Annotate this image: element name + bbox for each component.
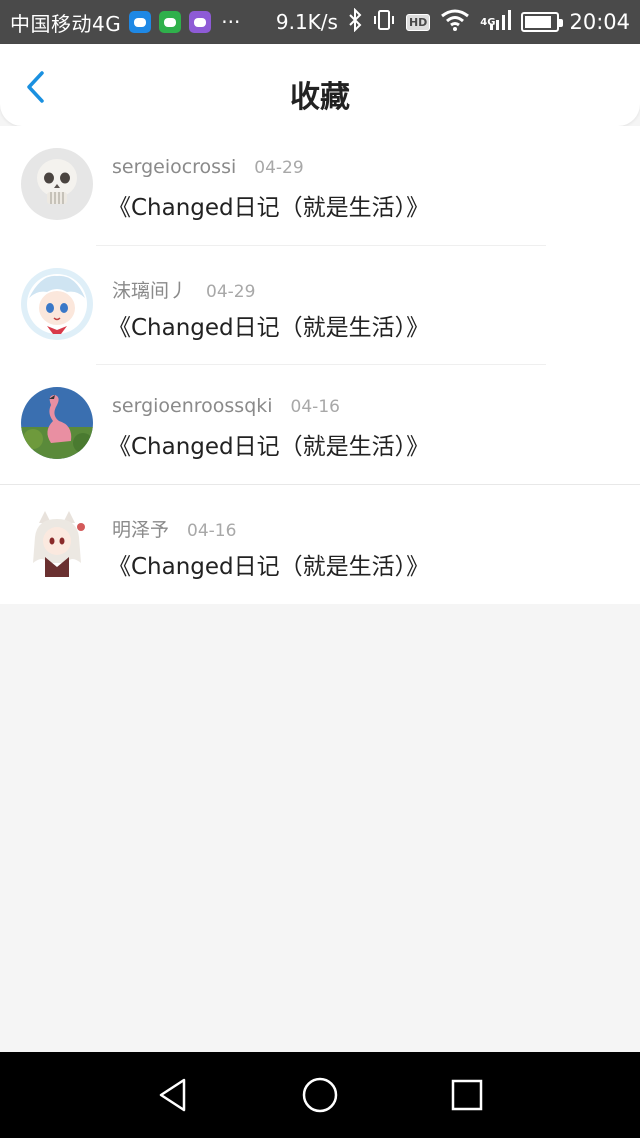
item-title[interactable]: 《Changed日记（就是生活）》 xyxy=(108,308,429,342)
back-triangle-icon xyxy=(160,1078,186,1112)
nav-recent-button[interactable] xyxy=(442,1070,492,1120)
hd-voice-icon: HD xyxy=(405,13,431,31)
date: 04-16 xyxy=(187,520,237,541)
list-item[interactable]: 沫璃间丿 04-29 《Changed日记（就是生活）》 xyxy=(0,246,640,365)
item-title[interactable]: 《Changed日记（就是生活）》 xyxy=(108,547,429,581)
wifi-icon xyxy=(440,8,470,37)
username[interactable]: sergeiocrossi xyxy=(112,156,236,178)
date: 04-29 xyxy=(254,158,304,178)
network-type-label: 4G xyxy=(480,16,496,28)
anime-catgirl-avatar[interactable] xyxy=(21,506,93,579)
status-bar: 中国移动4G ··· 9.1K/s HD 4G 20:04 xyxy=(0,0,640,44)
anime-girl-avatar[interactable] xyxy=(21,267,93,340)
username[interactable]: 明泽予 xyxy=(112,515,169,542)
page-header: 收藏 xyxy=(0,44,640,126)
more-notifications-icon: ··· xyxy=(221,10,241,34)
item-title[interactable]: 《Changed日记（就是生活）》 xyxy=(108,188,429,222)
page-title: 收藏 xyxy=(290,80,350,115)
wechat-icon xyxy=(159,11,182,33)
list-item[interactable]: sergioenroossqki 04-16 《Changed日记（就是生活）》 xyxy=(0,365,640,485)
flamingo-avatar[interactable] xyxy=(21,387,93,459)
clock: 20:04 xyxy=(569,10,630,34)
message-app-icon xyxy=(129,11,152,33)
recent-square-icon xyxy=(451,1079,482,1111)
network-speed: 9.1K/s xyxy=(275,10,338,34)
skull-avatar[interactable] xyxy=(21,148,93,220)
gallery-app-icon xyxy=(189,11,212,33)
date: 04-16 xyxy=(290,397,340,417)
home-circle-icon xyxy=(302,1077,338,1113)
carrier-label: 中国移动4G xyxy=(10,11,122,36)
bluetooth-icon xyxy=(348,7,362,37)
system-navigation-bar xyxy=(0,1052,640,1138)
date: 04-29 xyxy=(206,281,256,302)
favorites-list: sergeiocrossi 04-29 《Changed日记（就是生活）》 沫璃… xyxy=(0,126,640,604)
list-item[interactable]: 明泽予 04-16 《Changed日记（就是生活）》 xyxy=(0,485,640,605)
username[interactable]: sergioenroossqki xyxy=(112,395,273,417)
username[interactable]: 沫璃间丿 xyxy=(112,276,188,303)
nav-back-button[interactable] xyxy=(148,1070,198,1120)
list-item[interactable]: sergeiocrossi 04-29 《Changed日记（就是生活）》 xyxy=(0,126,640,246)
battery-icon xyxy=(521,12,564,32)
nav-home-button[interactable] xyxy=(295,1070,345,1120)
vibrate-icon xyxy=(372,8,396,37)
item-title[interactable]: 《Changed日记（就是生活）》 xyxy=(108,427,429,461)
